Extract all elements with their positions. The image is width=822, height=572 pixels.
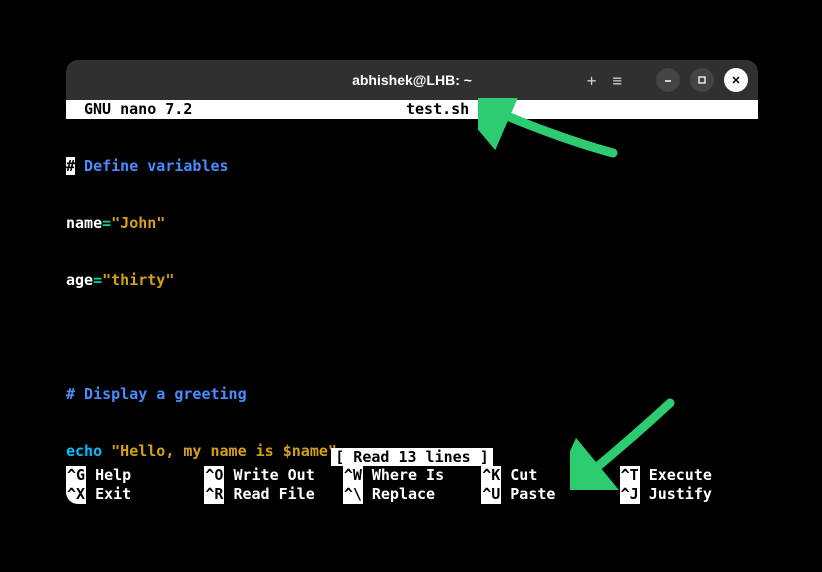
shortcut-cut[interactable]: ^KCut — [481, 466, 619, 485]
window-controls — [656, 68, 748, 92]
shortcut-exit[interactable]: ^XExit — [66, 485, 204, 504]
comment: # Display a greeting — [66, 385, 247, 403]
close-button[interactable] — [724, 68, 748, 92]
shortcut-writeout[interactable]: ^OWrite Out — [204, 466, 342, 485]
shortcut-replace[interactable]: ^\Replace — [343, 485, 481, 504]
new-tab-icon[interactable]: + — [587, 71, 597, 90]
maximize-button[interactable] — [690, 68, 714, 92]
nano-header: GNU nano 7.2 test.sh — [66, 100, 758, 119]
status-message: [ Read 13 lines ] — [331, 448, 493, 466]
shortcut-readfile[interactable]: ^RRead File — [204, 485, 342, 504]
menu-icon[interactable]: ≡ — [612, 71, 622, 90]
editor-content[interactable]: # Define variables name="John" age="thir… — [66, 119, 758, 504]
status-line: [ Read 13 lines ] — [66, 448, 758, 466]
shortcut-justify[interactable]: ^JJustify — [620, 485, 758, 504]
shortcut-bar: ^GHelp ^OWrite Out ^WWhere Is ^KCut ^TEx… — [66, 466, 758, 504]
nano-app-name: GNU nano 7.2 — [66, 100, 192, 119]
shortcut-paste[interactable]: ^UPaste — [481, 485, 619, 504]
window-title: abhishek@LHB: ~ — [352, 72, 472, 88]
comment: Define variables — [75, 157, 229, 175]
cursor: # — [66, 157, 75, 175]
shortcut-execute[interactable]: ^TExecute — [620, 466, 758, 485]
terminal-window: abhishek@LHB: ~ + ≡ GNU nano 7.2 test.sh… — [66, 60, 758, 504]
shortcut-whereis[interactable]: ^WWhere Is — [343, 466, 481, 485]
title-controls-left: + ≡ — [587, 71, 622, 90]
minimize-button[interactable] — [656, 68, 680, 92]
nano-filename: test.sh — [406, 100, 469, 119]
title-bar: abhishek@LHB: ~ + ≡ — [66, 60, 758, 100]
shortcut-help[interactable]: ^GHelp — [66, 466, 204, 485]
